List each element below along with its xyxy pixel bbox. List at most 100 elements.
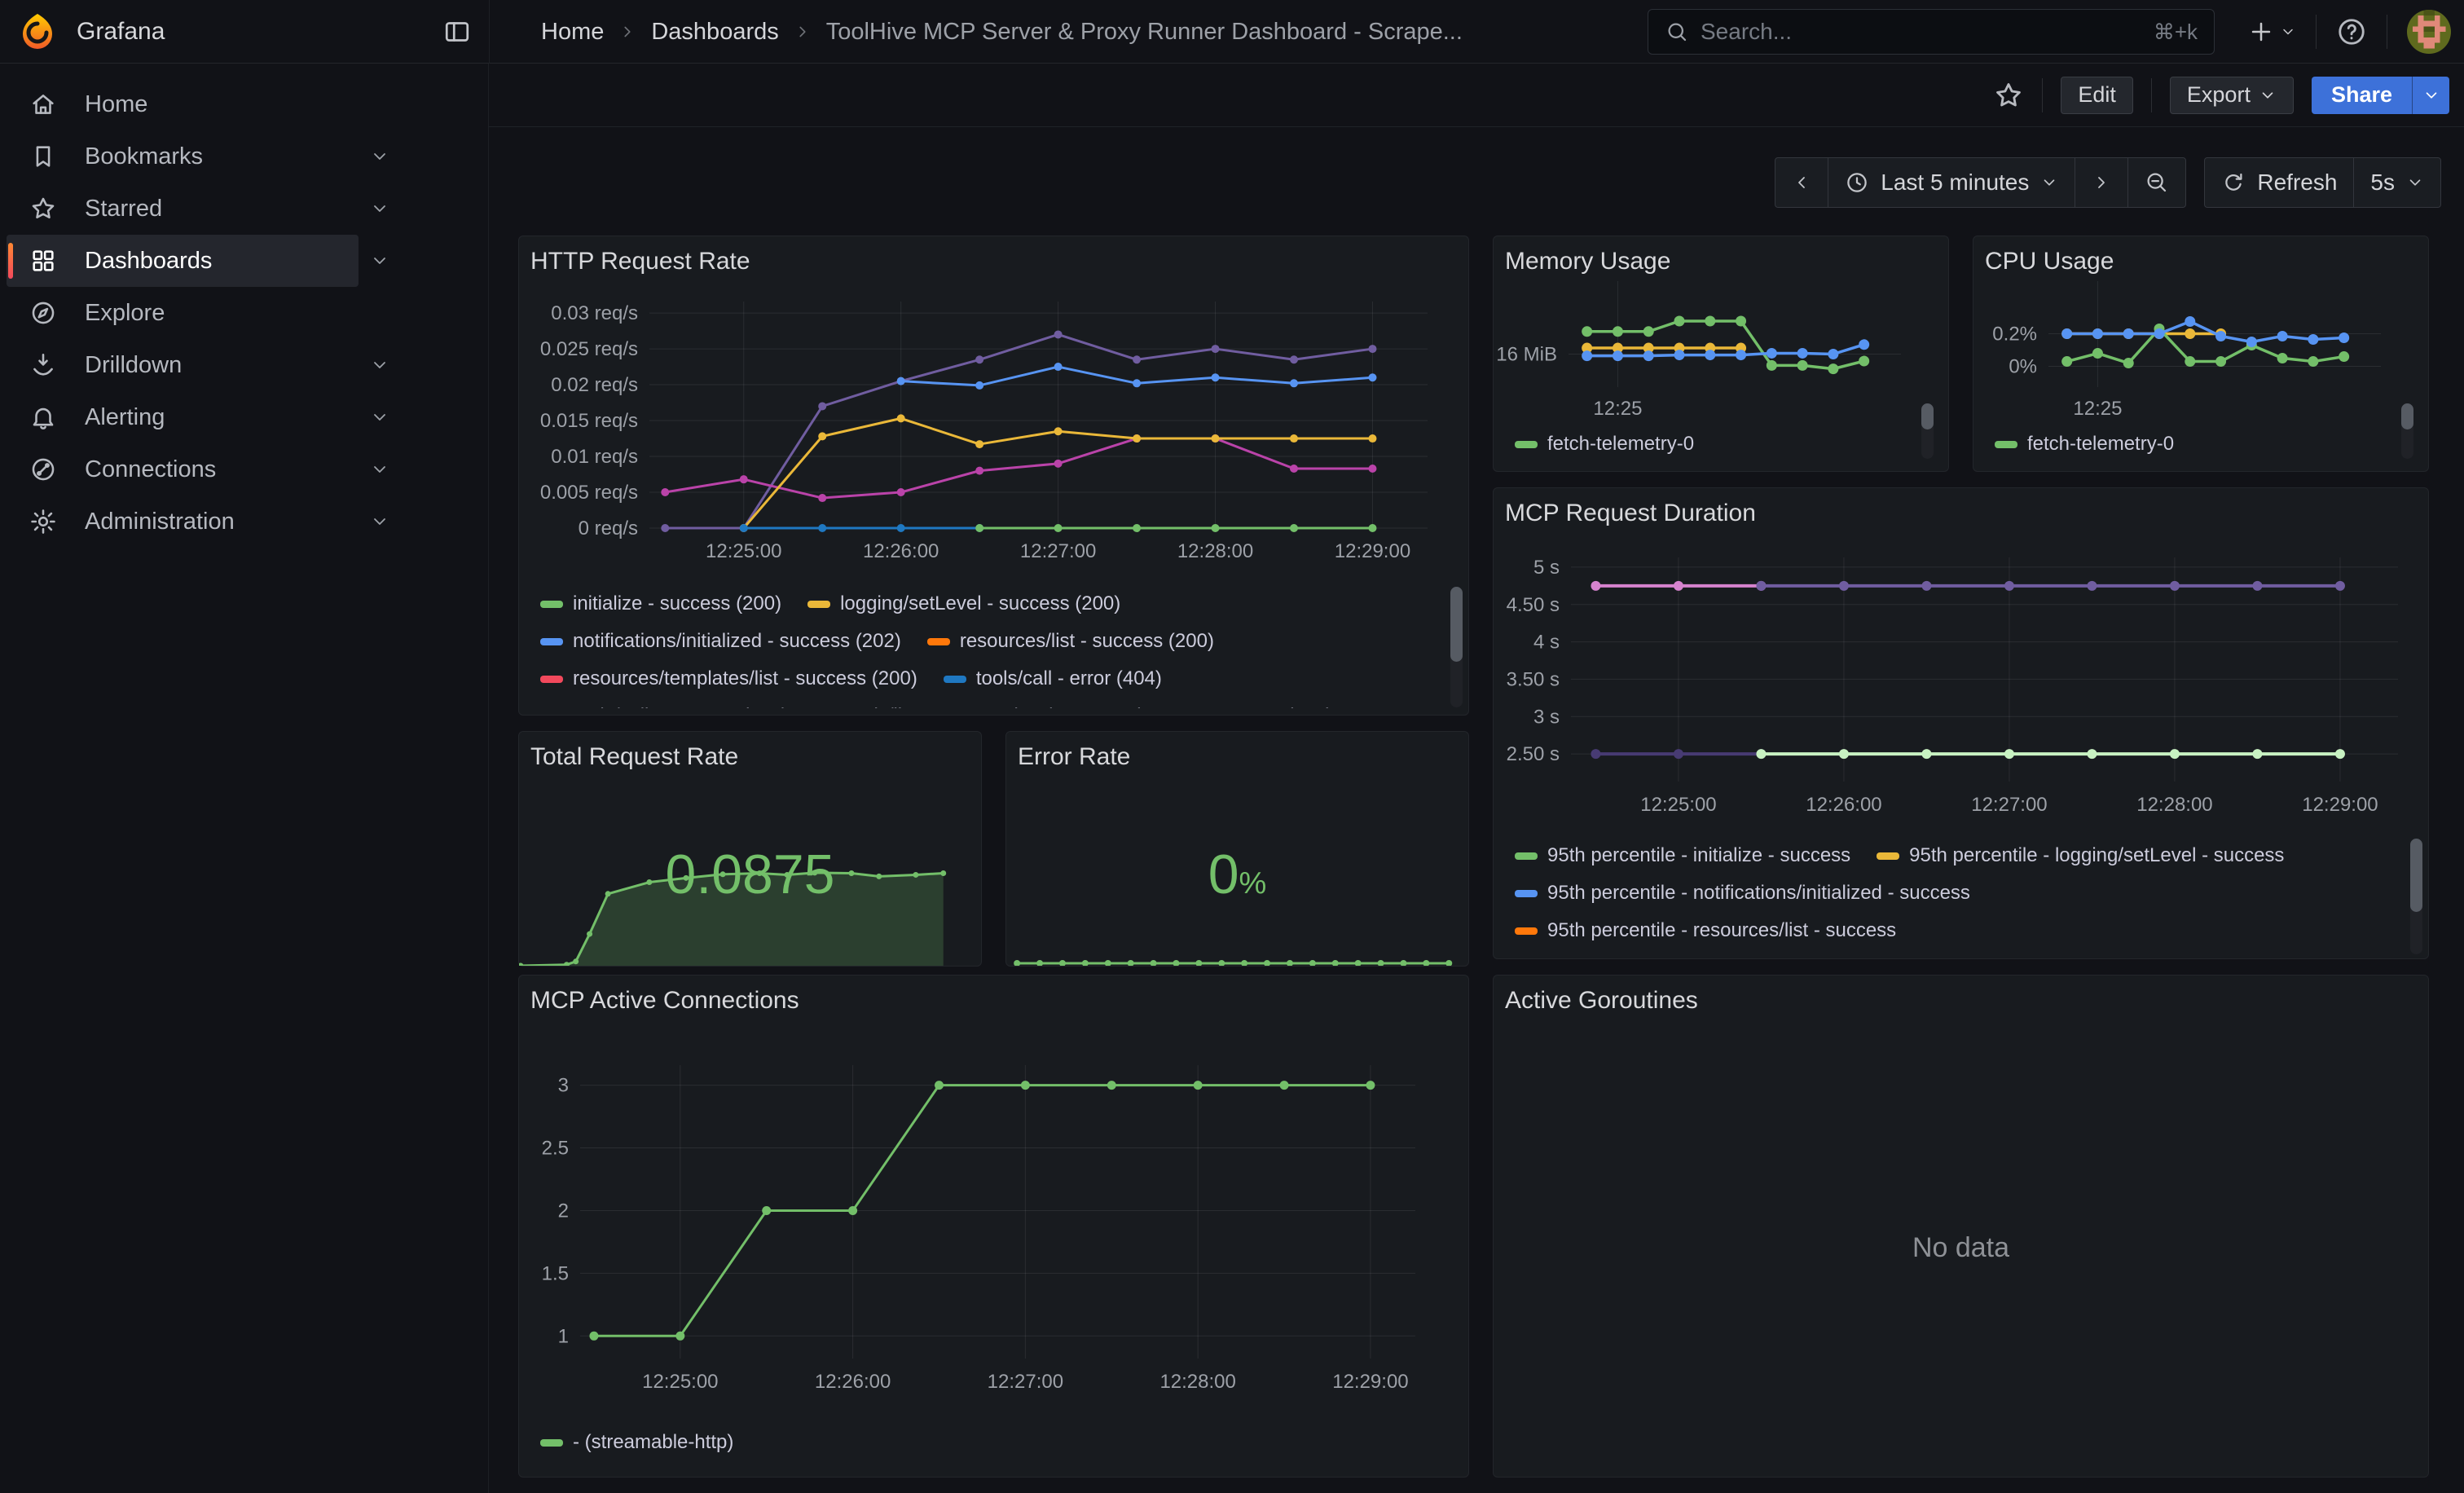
share-button[interactable]: Share [2312, 77, 2412, 114]
sidebar-item-label: Administration [85, 509, 235, 535]
svg-text:2: 2 [558, 1200, 569, 1222]
panel-title[interactable]: HTTP Request Rate [530, 248, 750, 275]
chevron-down-icon [2040, 174, 2058, 192]
panel-title[interactable]: MCP Active Connections [530, 987, 799, 1015]
add-button[interactable] [2247, 18, 2296, 46]
divider [2042, 78, 2043, 112]
sidebar-item-label: Explore [85, 300, 165, 327]
legend-item[interactable]: - (streamable-http) [540, 1431, 733, 1454]
legend-scrollbar-thumb[interactable] [2401, 403, 2413, 429]
grafana-logo-icon[interactable] [18, 12, 57, 51]
favorite-star-button[interactable] [1993, 80, 2024, 111]
legend-swatch [540, 676, 563, 683]
sidebar-item-label: Connections [85, 456, 216, 483]
sidebar-item-home[interactable]: Home [7, 78, 414, 130]
legend-item[interactable]: tools/list - success (200) [814, 705, 1056, 708]
svg-text:12:29:00: 12:29:00 [1335, 540, 1410, 562]
time-range-picker[interactable]: Last 5 minutes [1828, 157, 2075, 208]
legend-item[interactable]: logging/setLevel - success (200) [807, 592, 1120, 615]
panel-title[interactable]: Total Request Rate [530, 743, 738, 771]
sidebar-item-alerting[interactable]: Alerting [7, 391, 414, 443]
legend-label: 95th percentile - resources/list - succe… [1547, 919, 1896, 942]
svg-text:12:27:00: 12:27:00 [988, 1371, 1063, 1393]
legend-scrollbar-thumb[interactable] [2410, 839, 2422, 912]
legend-item[interactable]: resources/list - success (200) [927, 630, 1214, 653]
panel-title[interactable]: Error Rate [1018, 743, 1130, 771]
bell-icon [29, 403, 57, 431]
refresh-button[interactable]: Refresh [2204, 157, 2354, 208]
star-icon [29, 195, 57, 222]
legend-label: fetch-telemetry-0 [2027, 433, 2174, 456]
svg-text:3 s: 3 s [1533, 706, 1560, 728]
sidebar-item-label: Home [85, 91, 147, 118]
breadcrumb-dashboards[interactable]: Dashboards [651, 19, 778, 46]
chevron-down-icon[interactable] [370, 199, 389, 218]
legend-swatch [540, 638, 563, 645]
chevron-down-icon[interactable] [370, 407, 389, 427]
legend-label: resources/templates/list - success (200) [573, 667, 917, 690]
legend-item[interactable]: initialize - success (200) [540, 592, 781, 615]
legend-swatch [1515, 927, 1538, 935]
legend-item[interactable]: unknown - success (200) [1083, 705, 1333, 708]
refresh-group: Refresh 5s [2204, 157, 2441, 208]
time-forward-button[interactable] [2075, 157, 2128, 208]
share-split-button: Share [2312, 77, 2449, 114]
panel-title[interactable]: Active Goroutines [1505, 987, 1698, 1015]
legend-item[interactable]: 95th percentile - initialize - success [1515, 844, 1850, 867]
search-input[interactable] [1701, 19, 2142, 45]
legend-item[interactable]: resources/templates/list - success (200) [540, 667, 917, 690]
svg-text:4 s: 4 s [1533, 632, 1560, 654]
legend-item[interactable]: fetch-telemetry-0 [1995, 433, 2174, 456]
sidebar-item-explore[interactable]: Explore [7, 287, 414, 339]
chevron-down-icon[interactable] [370, 355, 389, 375]
export-button[interactable]: Export [2170, 77, 2294, 114]
legend-item[interactable]: tools/call - success (200) [540, 705, 788, 708]
panel-title[interactable]: Memory Usage [1505, 248, 1670, 275]
sidebar-item-bookmarks[interactable]: Bookmarks [7, 130, 414, 183]
sidebar-item-drilldown[interactable]: Drilldown [7, 339, 414, 391]
sidebar-item-starred[interactable]: Starred [7, 183, 414, 235]
svg-text:16 MiB: 16 MiB [1496, 344, 1557, 366]
svg-text:3.50 s: 3.50 s [1507, 668, 1560, 690]
panel-title[interactable]: CPU Usage [1985, 248, 2114, 275]
breadcrumb-home[interactable]: Home [541, 19, 604, 46]
refresh-interval-label: 5s [2370, 170, 2395, 196]
mcp-active-connections-chart[interactable]: 12:25:0012:26:0012:27:0012:28:0012:29:00… [519, 976, 1468, 1477]
legend-scrollbar-thumb[interactable] [1450, 587, 1463, 662]
legend-item[interactable]: tools/call - error (404) [944, 667, 1162, 690]
time-back-button[interactable] [1775, 157, 1828, 208]
legend-label: resources/list - success (200) [960, 630, 1214, 653]
refresh-interval-picker[interactable]: 5s [2353, 157, 2441, 208]
edit-button[interactable]: Edit [2061, 77, 2133, 114]
panel-title[interactable]: MCP Request Duration [1505, 500, 1756, 527]
svg-text:12:25:00: 12:25:00 [706, 540, 781, 562]
help-button[interactable] [2336, 16, 2367, 47]
legend-swatch [807, 601, 830, 608]
chevron-left-icon [1792, 173, 1811, 192]
legend-item[interactable]: 95th percentile - resources/list - succe… [1515, 919, 1896, 942]
sidebar-item-label: Bookmarks [85, 143, 203, 170]
legend-item[interactable]: fetch-telemetry-0 [1515, 433, 1694, 456]
zoom-out-button[interactable] [2127, 157, 2186, 208]
chevron-down-icon[interactable] [370, 512, 389, 531]
search-box[interactable]: ⌘+k [1648, 9, 2215, 55]
sidebar-item-dashboards[interactable]: Dashboards [7, 235, 414, 287]
avatar[interactable] [2407, 10, 2451, 54]
edit-label: Edit [2078, 82, 2116, 108]
share-dropdown-button[interactable] [2412, 77, 2449, 114]
chevron-down-icon[interactable] [370, 460, 389, 479]
sidebar-item-connections[interactable]: Connections [7, 443, 414, 495]
chevron-down-icon[interactable] [370, 147, 389, 166]
legend-item[interactable]: 95th percentile - notifications/initiali… [1515, 882, 1970, 905]
sidebar-item-administration[interactable]: Administration [7, 495, 414, 548]
sidebar-toggle-icon[interactable] [442, 17, 473, 46]
legend-scrollbar-thumb[interactable] [1921, 403, 1934, 429]
legend-item[interactable]: 95th percentile - logging/setLevel - suc… [1877, 844, 2284, 867]
chevron-down-icon[interactable] [370, 251, 389, 271]
divider [2316, 15, 2317, 49]
legend-swatch [1995, 441, 2017, 448]
legend-item[interactable]: notifications/initialized - success (202… [540, 630, 901, 653]
legend-label: fetch-telemetry-0 [1547, 433, 1694, 456]
stat-value: 0% [1006, 843, 1468, 906]
legend-label: 95th percentile - notifications/initiali… [1547, 882, 1970, 905]
